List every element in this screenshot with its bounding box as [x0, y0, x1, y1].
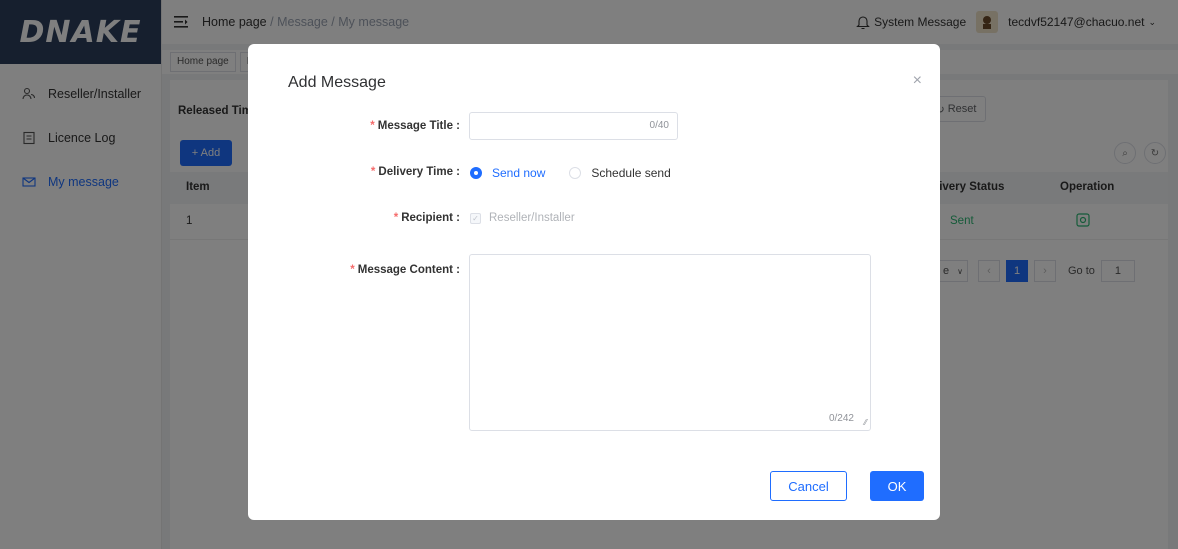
add-message-dialog: Add Message × * Message Title : 0/40 * Del…	[248, 44, 940, 520]
delivery-time-label: * Delivery Time :	[370, 166, 460, 178]
radio-unchecked-icon	[569, 167, 582, 179]
message-title-input[interactable]	[470, 113, 630, 139]
dialog-title: Add Message	[288, 74, 386, 91]
send-now-radio[interactable]: Send now	[470, 166, 545, 180]
message-title-field[interactable]: 0/40	[469, 112, 678, 140]
message-title-label: * Message Title :	[370, 120, 460, 132]
message-content-textarea[interactable]	[470, 255, 870, 430]
content-char-counter: 0/242	[828, 413, 854, 424]
cancel-button[interactable]: Cancel	[770, 471, 847, 501]
delivery-time-radio-group: Send now Schedule send	[470, 166, 695, 180]
recipient-checkbox[interactable]: ✓ Reseller/Installer	[470, 212, 575, 224]
message-content-field[interactable]: 0/242 ⁄⁄	[469, 254, 871, 431]
schedule-send-radio[interactable]: Schedule send	[569, 166, 671, 180]
message-content-label: * Message Content :	[350, 264, 460, 276]
close-icon[interactable]: ×	[913, 72, 922, 90]
ok-button[interactable]: OK	[870, 471, 924, 501]
title-char-counter: 0/40	[649, 120, 669, 131]
resize-handle-icon[interactable]: ⁄⁄	[864, 418, 867, 427]
radio-checked-icon	[470, 167, 482, 179]
checkbox-checked-icon: ✓	[470, 212, 481, 224]
recipient-label: * Recipient :	[393, 212, 460, 224]
